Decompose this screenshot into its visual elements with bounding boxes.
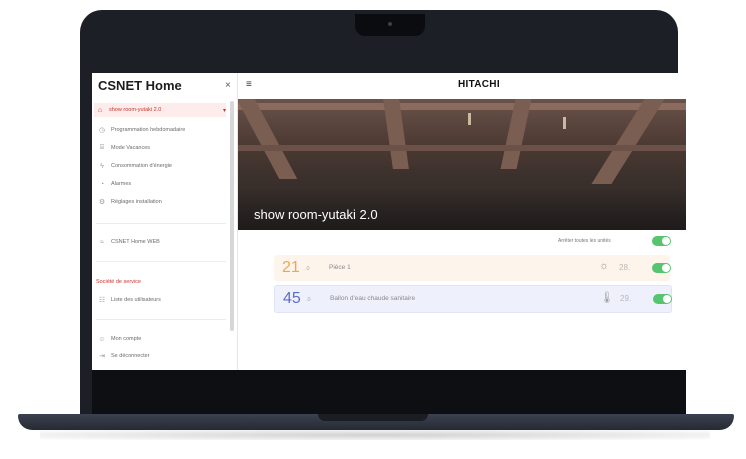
room-power-toggle[interactable] [652, 263, 671, 273]
room-name: Ballon d'eau chaude sanitaire [330, 295, 416, 302]
sidebar-divider [96, 319, 226, 320]
gear-icon: ⚙ [98, 199, 106, 206]
thermometer-icon: 🌡 [600, 292, 614, 304]
suitcase-icon: ⌸ [99, 144, 105, 151]
screen-bezel [92, 370, 686, 414]
sidebar-divider [96, 223, 226, 224]
sidebar-item-label: Se déconnecter [111, 353, 150, 359]
app-screen: CSNET Home × ⌂ show room-yutaki 2.0 ▾ ◷ … [92, 73, 686, 370]
pendant-lamp [563, 117, 566, 129]
sidebar-item-label: Programmation hebdomadaire [111, 127, 186, 133]
menu-icon[interactable]: ≡ [246, 79, 252, 90]
users-icon: ☷ [98, 297, 106, 304]
laptop-shadow [40, 430, 710, 440]
room-temperature: 21 [282, 259, 300, 276]
sidebar-item-label: Mon compte [111, 336, 142, 342]
ceiling-beam [591, 99, 665, 184]
sidebar-item-web[interactable]: ≈ CSNET Home WEB [96, 235, 224, 249]
room-setpoint: 29. [620, 294, 632, 303]
app-title: CSNET Home [98, 78, 182, 93]
sidebar-item-installation[interactable]: ⌂ show room-yutaki 2.0 ▾ [94, 103, 226, 117]
sidebar-divider [96, 261, 226, 262]
installation-title: show room-yutaki 2.0 [254, 207, 378, 222]
user-icon: ☺ [98, 335, 106, 343]
sidebar-item-label: CSNET Home WEB [111, 239, 160, 245]
sidebar-item-label: Mode Vacances [111, 145, 151, 151]
sidebar-item-logout[interactable]: ⇥ Se déconnecter [96, 349, 224, 363]
ceiling-beam [238, 99, 298, 179]
room-card[interactable]: 21 .0 Pièce 1 ☼ 28. [274, 255, 671, 281]
energy-icon: ϟ [100, 162, 104, 170]
stop-all-label: Arrêter toutes les unités [558, 238, 611, 244]
ceiling-beam [238, 103, 686, 110]
room-temperature: 45 [283, 290, 301, 307]
service-section-title: Société de service [96, 279, 141, 285]
stop-all-toggle[interactable] [652, 236, 671, 246]
sidebar-item-account[interactable]: ☺ Mon compte [96, 332, 224, 346]
camera-icon [388, 22, 392, 26]
room-card[interactable]: 45 .0 Ballon d'eau chaude sanitaire 🌡 29… [274, 285, 672, 313]
sidebar-item-settings[interactable]: ⚙ Réglages installation [96, 195, 224, 209]
top-bar: ≡ HITACHI [238, 73, 686, 96]
room-temperature-decimal: .0 [306, 297, 311, 303]
brand-logo: HITACHI [458, 79, 500, 90]
sidebar-item-label: Réglages installation [111, 199, 162, 205]
room-power-toggle[interactable] [653, 294, 672, 304]
sun-icon: ☼ [599, 260, 610, 272]
room-name: Pièce 1 [329, 264, 351, 271]
hero-image: show room-yutaki 2.0 [238, 99, 686, 230]
sidebar-item-label: Liste des utilisateurs [111, 297, 161, 303]
sidebar: CSNET Home × ⌂ show room-yutaki 2.0 ▾ ◷ … [92, 73, 238, 370]
room-temperature-decimal: .0 [305, 266, 310, 272]
sidebar-item-schedule[interactable]: ◷ Programmation hebdomadaire [96, 123, 224, 137]
close-icon[interactable]: × [225, 80, 231, 91]
laptop-notch [318, 414, 428, 421]
room-setpoint: 28. [619, 263, 631, 272]
wifi-icon: ≈ [100, 238, 104, 246]
sidebar-item-users[interactable]: ☷ Liste des utilisateurs [96, 293, 224, 307]
sidebar-item-alarms[interactable]: ◔ Alarmes [96, 177, 224, 191]
sidebar-item-label: show room-yutaki 2.0 [109, 107, 162, 113]
pendant-lamp [468, 113, 471, 125]
ceiling-beam [238, 145, 686, 151]
sidebar-item-holiday[interactable]: ⌸ Mode Vacances [96, 141, 224, 155]
sidebar-item-energy[interactable]: ϟ Consommation d'énergie [96, 159, 224, 173]
sidebar-scrollbar[interactable] [230, 101, 234, 331]
sidebar-item-label: Consommation d'énergie [111, 163, 172, 169]
home-icon: ⌂ [97, 106, 103, 114]
sidebar-item-label: Alarmes [111, 181, 132, 187]
chevron-down-icon: ▾ [222, 107, 226, 114]
alarm-icon: ◔ [99, 180, 105, 188]
clock-icon: ◷ [98, 127, 106, 134]
logout-icon: ⇥ [99, 353, 105, 360]
